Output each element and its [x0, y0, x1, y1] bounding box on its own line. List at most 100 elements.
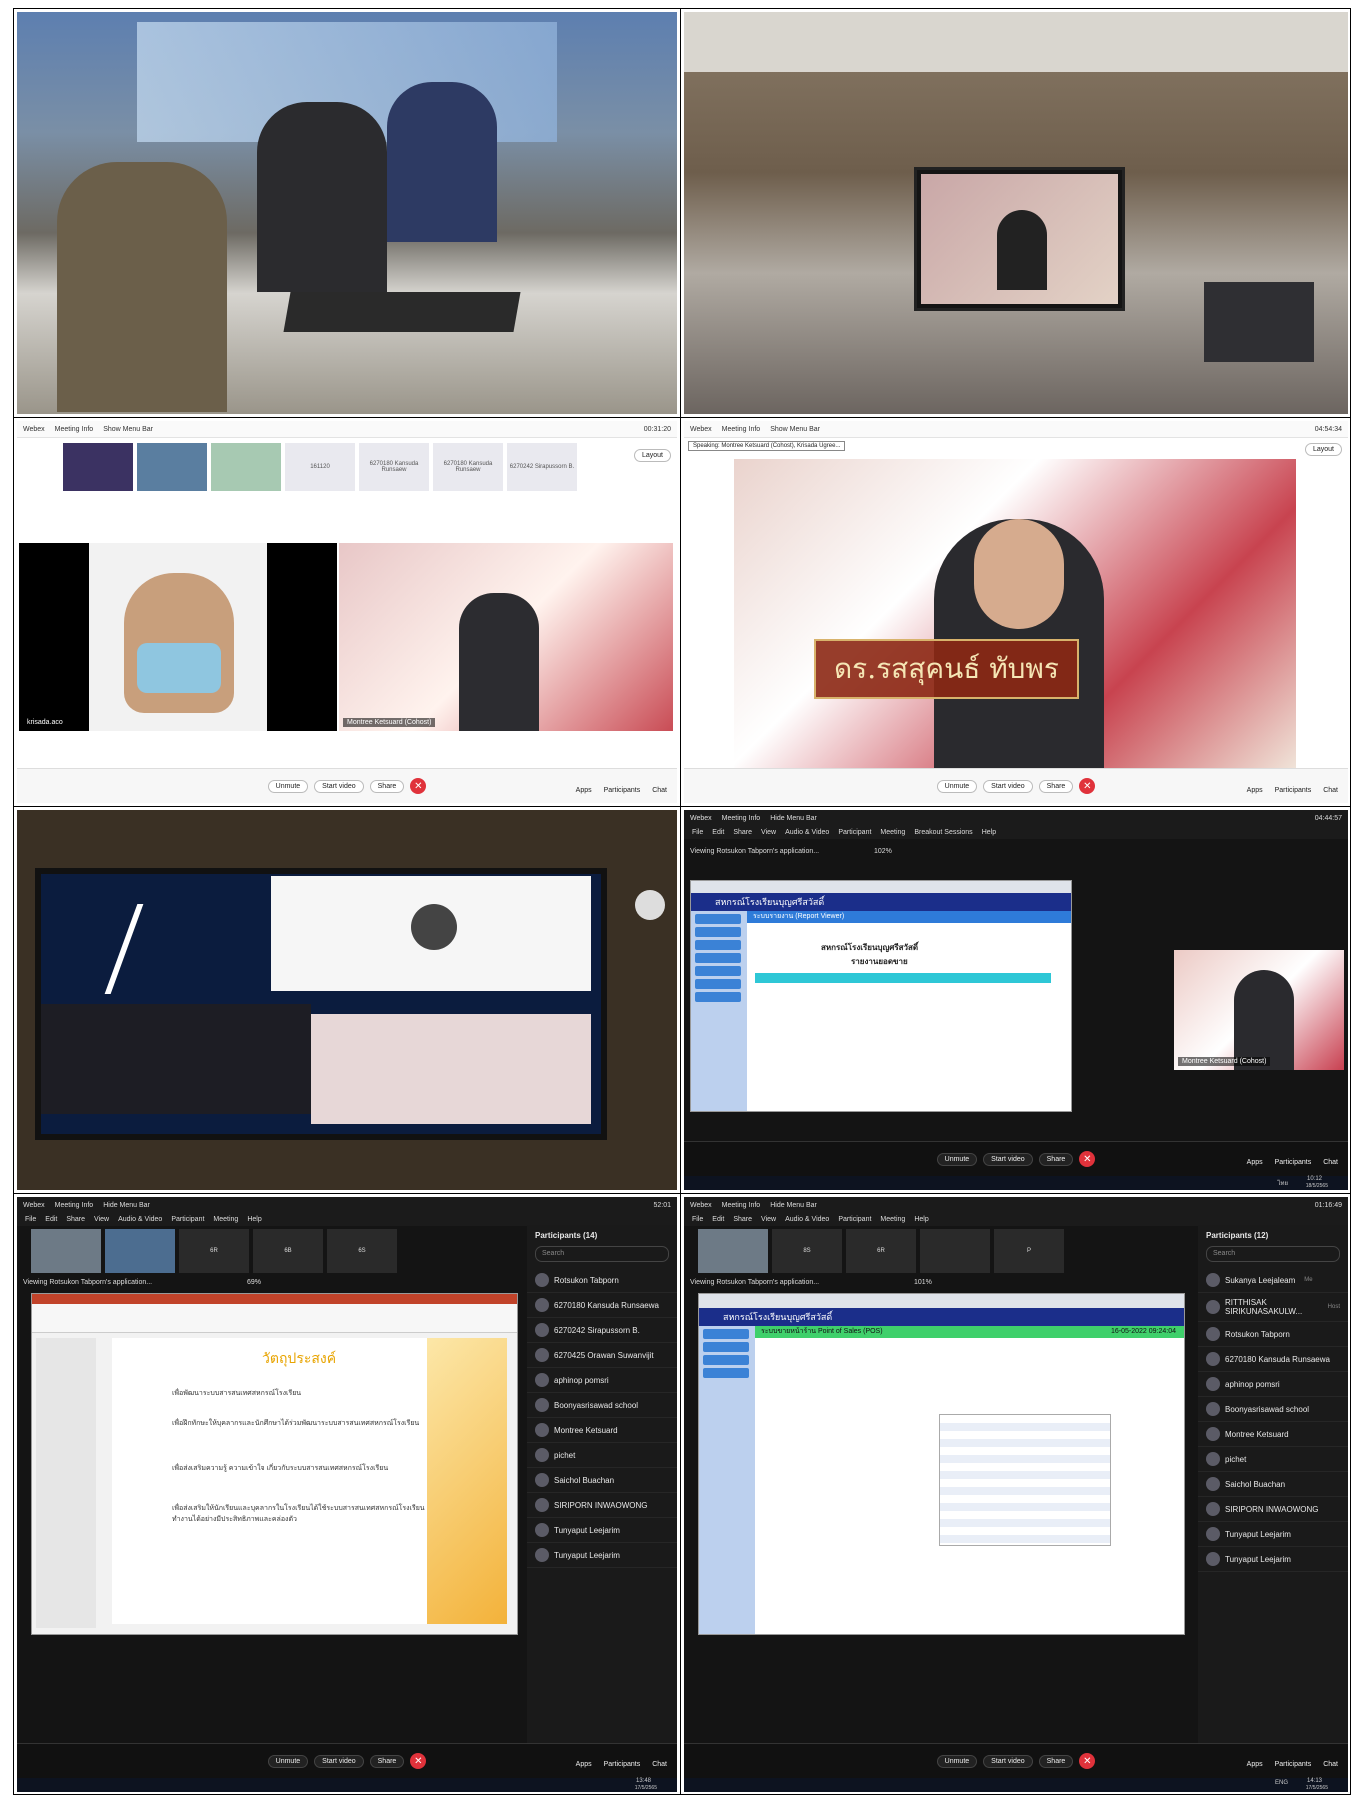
thumbnail-video[interactable]	[211, 443, 281, 491]
menu-view[interactable]: View	[761, 1216, 776, 1223]
menu-help[interactable]: Help	[247, 1216, 261, 1223]
participants-search[interactable]: Search	[535, 1246, 669, 1262]
apps-button[interactable]: Apps	[1247, 1159, 1263, 1166]
unmute-button[interactable]: Unmute	[267, 779, 309, 793]
participant-row[interactable]: Tunyaput Leejarim	[527, 1518, 677, 1543]
menu-breakout[interactable]: Breakout Sessions	[914, 829, 972, 836]
meeting-info-link[interactable]: Meeting Info	[722, 815, 761, 822]
participants-button[interactable]: Participants	[604, 1761, 641, 1768]
start-video-button[interactable]: Start video	[983, 1754, 1033, 1768]
unmute-button[interactable]: Unmute	[936, 1754, 978, 1768]
chat-button[interactable]: Chat	[652, 787, 667, 794]
participant-row[interactable]: 6270180 Kansuda Runsaewa	[1198, 1347, 1348, 1372]
thumbnail-video[interactable]	[31, 1229, 101, 1273]
unmute-button[interactable]: Unmute	[936, 1152, 978, 1166]
participants-button[interactable]: Participants	[1275, 1159, 1312, 1166]
participant-row[interactable]: Boonyasrisawad school	[1198, 1397, 1348, 1422]
hide-menu-bar-link[interactable]: Hide Menu Bar	[103, 1202, 150, 1209]
pos-table[interactable]	[939, 1414, 1111, 1546]
participant-row[interactable]: Tunyaput Leejarim	[527, 1543, 677, 1568]
participant-row[interactable]: Tunyaput Leejarim	[1198, 1522, 1348, 1547]
tile-8s[interactable]: 8S	[772, 1229, 842, 1273]
menu-meeting[interactable]: Meeting	[880, 829, 905, 836]
apps-button[interactable]: Apps	[1247, 787, 1263, 794]
webex-app-label[interactable]: Webex	[690, 426, 712, 433]
meeting-info-link[interactable]: Meeting Info	[722, 1202, 761, 1209]
leave-meeting-icon[interactable]: ✕	[1079, 1753, 1096, 1769]
menu-share[interactable]: Share	[66, 1216, 85, 1223]
participant-row[interactable]: Boonyasrisawad school	[527, 1393, 677, 1418]
show-menu-bar-link[interactable]: Show Menu Bar	[103, 426, 153, 433]
participant-row[interactable]: aphinop pomsri	[527, 1368, 677, 1393]
menu-file[interactable]: File	[25, 1216, 36, 1223]
share-button[interactable]: Share	[1038, 1754, 1074, 1768]
menu-meeting[interactable]: Meeting	[213, 1216, 238, 1223]
tile-p[interactable]: P	[994, 1229, 1064, 1273]
thumbnail-video[interactable]	[63, 443, 133, 491]
participant-row[interactable]: Tunyaput Leejarim	[1198, 1547, 1348, 1572]
participant-row[interactable]: Montree Ketsuard	[1198, 1422, 1348, 1447]
participant-row[interactable]: 6270242 Sirapussorn B.	[527, 1318, 677, 1343]
participants-button[interactable]: Participants	[604, 787, 641, 794]
start-video-button[interactable]: Start video	[983, 779, 1033, 793]
share-button[interactable]: Share	[1038, 779, 1074, 793]
participant-row[interactable]: Sukanya Leejaleam Me	[1198, 1268, 1348, 1293]
shared-powerpoint[interactable]: วัตถุประสงค์ เพื่อพัฒนาระบบสารสนเทศสหกรณ…	[31, 1293, 518, 1635]
chat-button[interactable]: Chat	[652, 1761, 667, 1768]
thumbnail-video[interactable]	[698, 1229, 768, 1273]
participant-row[interactable]: Montree Ketsuard	[527, 1418, 677, 1443]
zoom-level[interactable]: 101%	[914, 1279, 932, 1286]
unmute-button[interactable]: Unmute	[267, 1754, 309, 1768]
menu-meeting[interactable]: Meeting	[880, 1216, 905, 1223]
share-button[interactable]: Share	[1038, 1152, 1074, 1166]
participants-search[interactable]: Search	[1206, 1246, 1340, 1262]
leave-meeting-icon[interactable]: ✕	[1079, 778, 1096, 794]
thumbnail-participant[interactable]: 161120	[285, 443, 355, 491]
tile-6b[interactable]: 6B	[253, 1229, 323, 1273]
start-video-button[interactable]: Start video	[314, 779, 364, 793]
leave-meeting-icon[interactable]: ✕	[1079, 1151, 1096, 1167]
unmute-button[interactable]: Unmute	[936, 779, 978, 793]
tile-6s[interactable]: 6S	[327, 1229, 397, 1273]
share-button[interactable]: Share	[369, 779, 405, 793]
chat-button[interactable]: Chat	[1323, 787, 1338, 794]
zoom-level[interactable]: 102%	[874, 848, 892, 855]
menu-edit[interactable]: Edit	[712, 1216, 724, 1223]
self-video[interactable]: Montree Ketsuard (Cohost)	[1174, 950, 1344, 1070]
participant-row[interactable]: SIRIPORN INWAOWONG	[527, 1493, 677, 1518]
participant-row[interactable]: aphinop pomsri	[1198, 1372, 1348, 1397]
chat-button[interactable]: Chat	[1323, 1159, 1338, 1166]
chat-button[interactable]: Chat	[1323, 1761, 1338, 1768]
apps-button[interactable]: Apps	[576, 787, 592, 794]
video-tile-right[interactable]: Montree Ketsuard (Cohost)	[339, 543, 673, 731]
shared-browser-window[interactable]: สหกรณ์โรงเรียนบุญศรีสวัสดิ์ ระบบรายงาน (…	[690, 880, 1072, 1112]
zoom-level[interactable]: 69%	[247, 1279, 261, 1286]
menu-view[interactable]: View	[94, 1216, 109, 1223]
slide-thumbnails[interactable]	[36, 1338, 96, 1628]
taskbar-lang[interactable]: ENG	[1275, 1780, 1288, 1786]
apps-button[interactable]: Apps	[1247, 1761, 1263, 1768]
tile-6r[interactable]: 6R	[179, 1229, 249, 1273]
participant-row[interactable]: Saichol Buachan	[527, 1468, 677, 1493]
webex-app-label[interactable]: Webex	[690, 1202, 712, 1209]
taskbar-lang[interactable]: ไทย	[1278, 1178, 1289, 1188]
participant-row[interactable]: Rotsukon Tabporn	[527, 1268, 677, 1293]
menu-edit[interactable]: Edit	[712, 829, 724, 836]
thumbnail-video[interactable]	[920, 1229, 990, 1273]
menu-audio-video[interactable]: Audio & Video	[785, 1216, 829, 1223]
menu-participant[interactable]: Participant	[838, 829, 871, 836]
meeting-info-link[interactable]: Meeting Info	[55, 426, 94, 433]
participant-row[interactable]: Saichol Buachan	[1198, 1472, 1348, 1497]
start-video-button[interactable]: Start video	[314, 1754, 364, 1768]
menu-participant[interactable]: Participant	[171, 1216, 204, 1223]
menu-audio-video[interactable]: Audio & Video	[785, 829, 829, 836]
video-tile-left[interactable]: krisada.aco	[19, 543, 337, 731]
participant-row[interactable]: Rotsukon Tabporn	[1198, 1322, 1348, 1347]
thumbnail-video[interactable]	[105, 1229, 175, 1273]
hide-menu-bar-link[interactable]: Hide Menu Bar	[770, 815, 817, 822]
meeting-info-link[interactable]: Meeting Info	[55, 1202, 94, 1209]
menu-file[interactable]: File	[692, 829, 703, 836]
thumbnail-video[interactable]	[137, 443, 207, 491]
shared-pos-app[interactable]: สหกรณ์โรงเรียนบุญศรีสวัสดิ์ ระบบขายหน้าร…	[698, 1293, 1185, 1635]
hide-menu-bar-link[interactable]: Hide Menu Bar	[770, 1202, 817, 1209]
